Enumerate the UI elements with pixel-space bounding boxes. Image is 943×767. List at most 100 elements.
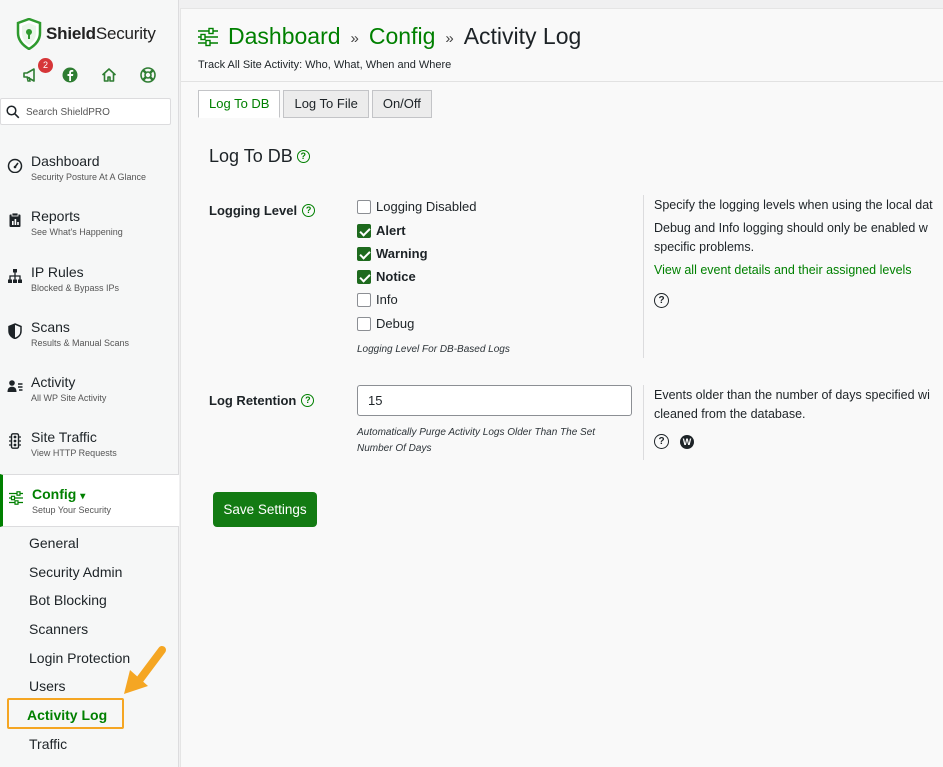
- checkbox-info[interactable]: Info: [357, 292, 398, 307]
- wordpress-icon[interactable]: W: [680, 434, 694, 449]
- page-title: Activity Log: [463, 23, 582, 49]
- logging-level-label-text: Logging Level: [209, 203, 298, 218]
- header-divider: [181, 81, 943, 82]
- sidebar-item-reports[interactable]: Reports See What's Happening: [0, 208, 179, 260]
- home-icon[interactable]: [100, 66, 118, 84]
- checkbox-logging-disabled[interactable]: Logging Disabled: [357, 199, 476, 214]
- sidebar-item-subtitle: See What's Happening: [31, 227, 123, 237]
- sidebar-item-title: Config ▾: [32, 486, 85, 502]
- checkbox-label: Logging Disabled: [376, 199, 477, 214]
- traffic-light-icon: [9, 433, 21, 449]
- search-icon: [6, 105, 20, 119]
- logging-level-note: Logging Level For DB-Based Logs: [357, 344, 510, 355]
- sidebar-subitem-general[interactable]: General: [29, 535, 79, 551]
- facebook-icon[interactable]: [61, 66, 79, 84]
- help-icon[interactable]: ?: [654, 293, 669, 308]
- description-line: Events older than the number of days spe…: [654, 388, 930, 402]
- tab-on-off[interactable]: On/Off: [371, 90, 432, 118]
- log-retention-note: Automatically Purge Activity Logs Older …: [357, 425, 595, 457]
- tab-log-to-file[interactable]: Log To File: [283, 90, 369, 118]
- help-icon[interactable]: ?: [301, 394, 315, 407]
- checkbox-notice[interactable]: Notice: [357, 269, 416, 284]
- checkbox[interactable]: [357, 246, 371, 261]
- save-settings-button[interactable]: Save Settings: [213, 492, 317, 527]
- arrow-pointer-icon: [124, 646, 166, 694]
- notification-badge: 2: [38, 58, 53, 73]
- breadcrumb-separator: »: [445, 30, 454, 47]
- sidebar: ShieldSecurity 2 Search ShieldPRO Dashbo…: [0, 0, 179, 767]
- sidebar-subitem-login-protection[interactable]: Login Protection: [29, 650, 130, 666]
- sidebar-item-subtitle: Blocked & Bypass IPs: [31, 283, 120, 293]
- checkbox-alert[interactable]: Alert: [357, 223, 406, 238]
- shield-half-icon: [8, 323, 22, 339]
- config-label: Config: [32, 486, 77, 502]
- breadcrumb: Dashboard » Config » Activity Log: [197, 23, 581, 50]
- log-retention-input[interactable]: 15: [357, 385, 632, 416]
- checkbox-warning[interactable]: Warning: [357, 246, 428, 261]
- logging-level-description: Specify the logging levels when using th…: [654, 196, 943, 309]
- sidebar-item-title: Dashboard: [31, 153, 100, 169]
- sidebar-subitem-bot-blocking[interactable]: Bot Blocking: [29, 592, 107, 608]
- checkbox[interactable]: [357, 199, 371, 214]
- shield-logo-icon: [16, 18, 42, 50]
- breadcrumb-config-link[interactable]: Config: [369, 23, 435, 50]
- checkbox-label: Alert: [376, 223, 406, 238]
- megaphone-icon[interactable]: [22, 66, 40, 84]
- sidebar-item-config[interactable]: Config ▾ Setup Your Security: [0, 474, 179, 527]
- help-icon[interactable]: ?: [296, 150, 310, 163]
- lifebuoy-icon[interactable]: [139, 66, 157, 84]
- sidebar-subitem-activity-log[interactable]: Activity Log: [27, 707, 107, 723]
- checkbox[interactable]: [357, 292, 371, 307]
- sidebar-item-title: IP Rules: [31, 264, 84, 280]
- sidebar-item-subtitle: Results & Manual Scans: [31, 338, 130, 348]
- checkbox[interactable]: [357, 223, 371, 238]
- search-box[interactable]: Search ShieldPRO: [0, 98, 171, 125]
- sidebar-item-title: Scans: [31, 319, 70, 335]
- checkbox[interactable]: [357, 316, 371, 331]
- main-panel: Dashboard » Config » Activity Log Track …: [180, 8, 943, 767]
- sidebar-item-subtitle: Setup Your Security: [32, 505, 112, 515]
- tab-log-to-db[interactable]: Log To DB: [198, 90, 281, 118]
- brand-name-bold: Shield: [46, 24, 96, 43]
- sidebar-item-ip-rules[interactable]: IP Rules Blocked & Bypass IPs: [0, 264, 179, 316]
- log-retention-label-text: Log Retention: [209, 393, 297, 408]
- sidebar-subitem-users[interactable]: Users: [29, 678, 66, 694]
- network-icon: [8, 269, 22, 283]
- search-input[interactable]: Search ShieldPRO: [26, 107, 110, 118]
- description-line: Debug and Info logging should only be en…: [654, 221, 928, 235]
- sidebar-subitem-traffic[interactable]: Traffic: [29, 736, 67, 752]
- sliders-icon: [198, 27, 218, 46]
- description-line: Specify the logging levels when using th…: [654, 198, 933, 212]
- section-title-text: Log To DB: [209, 146, 293, 166]
- sidebar-item-subtitle: View HTTP Requests: [31, 448, 117, 458]
- event-details-link[interactable]: View all event details and their assigne…: [654, 261, 943, 280]
- clipboard-chart-icon: [9, 212, 21, 227]
- sidebar-item-scans[interactable]: Scans Results & Manual Scans: [0, 319, 179, 371]
- description-line: cleaned from the database.: [654, 407, 806, 421]
- breadcrumb-dashboard-link[interactable]: Dashboard: [228, 23, 341, 50]
- log-retention-description: Events older than the number of days spe…: [654, 386, 943, 449]
- description-line: specific problems.: [654, 240, 755, 254]
- help-icon[interactable]: ?: [302, 204, 316, 217]
- sidebar-item-dashboard[interactable]: Dashboard Security Posture At A Glance: [0, 153, 179, 205]
- note-line: Number Of Days: [357, 443, 432, 454]
- checkbox-label: Notice: [376, 269, 416, 284]
- column-divider: [643, 195, 644, 358]
- sliders-icon: [9, 491, 23, 505]
- sidebar-item-activity[interactable]: Activity All WP Site Activity: [0, 374, 179, 426]
- checkbox-label: Debug: [376, 316, 415, 331]
- checkbox-label: Warning: [376, 246, 428, 261]
- help-icon[interactable]: ?: [654, 434, 669, 449]
- page-subtitle: Track All Site Activity: Who, What, When…: [198, 59, 452, 71]
- sidebar-item-title: Site Traffic: [31, 429, 97, 445]
- checkbox-debug[interactable]: Debug: [357, 316, 414, 331]
- chevron-down-icon: ▾: [80, 491, 86, 502]
- sidebar-subitem-scanners[interactable]: Scanners: [29, 621, 88, 637]
- sidebar-subitem-security-admin[interactable]: Security Admin: [29, 564, 122, 580]
- logging-level-label: Logging Level ?: [209, 203, 316, 218]
- checkbox[interactable]: [357, 269, 371, 284]
- tab-bar: Log To DB Log To File On/Off: [198, 90, 435, 118]
- checkbox-label: Info: [376, 292, 398, 307]
- gauge-icon: [7, 158, 23, 173]
- shieldsecurity-logo[interactable]: ShieldSecurity: [16, 18, 156, 50]
